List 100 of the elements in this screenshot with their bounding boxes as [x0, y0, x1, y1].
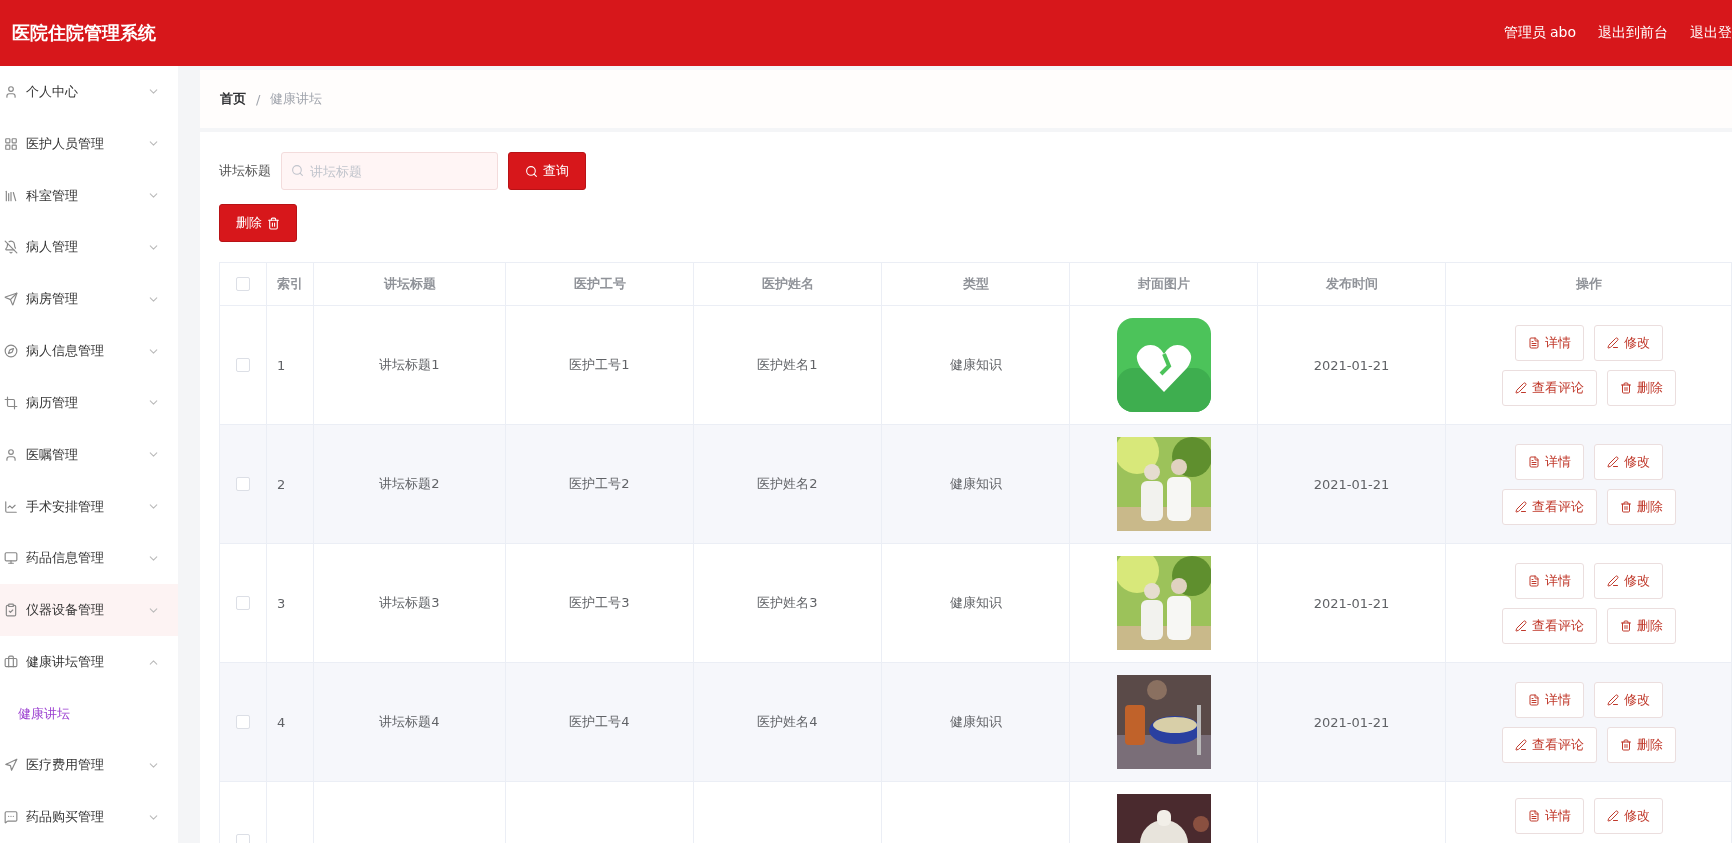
chat-icon [4, 810, 18, 825]
sidebar-item[interactable]: 个人中心 [0, 66, 178, 118]
row-checkbox[interactable] [236, 715, 250, 729]
action-button[interactable]: 查看评论 [1501, 726, 1597, 763]
table-cell: 讲坛标题3 [379, 594, 440, 612]
search-button[interactable]: 查询 [508, 152, 586, 190]
action-button[interactable]: 详情 [1514, 562, 1584, 599]
action-button[interactable]: 详情 [1514, 324, 1584, 361]
action-button[interactable]: 详情 [1514, 798, 1584, 834]
table-cell: 1 [277, 357, 286, 373]
delete-button[interactable]: 删除 [219, 204, 297, 242]
column-header: 封面图片 [1137, 275, 1190, 293]
search-label: 讲坛标题 [219, 162, 271, 180]
document-icon [1527, 336, 1540, 349]
table-cell: 医护姓名1 [757, 356, 818, 374]
sidebar-item[interactable]: 医护人员管理 [0, 117, 178, 170]
column-header: 讲坛标题 [383, 275, 436, 293]
table-cell: 健康知识 [949, 713, 1002, 731]
table-cell: 医护工号4 [569, 713, 630, 731]
action-button[interactable]: 查看评论 [1501, 369, 1597, 406]
sidebar-item[interactable]: 药品信息管理 [0, 532, 178, 585]
monitor-icon [4, 551, 18, 566]
trash-icon [1619, 500, 1632, 513]
pen-icon [1606, 693, 1619, 706]
table-cell: 医护姓名4 [757, 713, 818, 731]
pen-icon [1514, 738, 1527, 751]
column-header: 类型 [962, 275, 989, 293]
action-button[interactable]: 详情 [1514, 681, 1584, 718]
sidebar-item[interactable]: 医嘱管理 [0, 428, 178, 481]
sidebar-item[interactable]: 仪器设备管理 [0, 584, 178, 637]
table-cell: 医护姓名2 [757, 475, 818, 493]
column-header: 索引 [277, 275, 303, 293]
breadcrumb-separator: / [256, 91, 261, 107]
table-cell: 健康知识 [949, 356, 1002, 374]
trash-icon [267, 216, 280, 230]
chart-icon [4, 499, 18, 514]
sidebar-item[interactable]: 病人管理 [0, 221, 178, 274]
sidebar-item[interactable]: 科室管理 [0, 169, 178, 222]
sidebar-subitem[interactable]: 健康讲坛 [0, 687, 178, 740]
select-all-checkbox[interactable] [236, 277, 250, 291]
action-button[interactable]: 修改 [1593, 562, 1663, 599]
action-button[interactable]: 修改 [1593, 324, 1663, 361]
action-button[interactable]: 修改 [1593, 443, 1663, 480]
search-icon [291, 164, 304, 177]
table-cell: 讲坛标题2 [379, 475, 440, 493]
crop-icon [4, 395, 18, 410]
pen-icon [1514, 619, 1527, 632]
sidebar-item[interactable]: 病历管理 [0, 376, 178, 429]
table-cell: 4 [277, 714, 286, 730]
sidebar-item[interactable]: 药品购买管理 [0, 791, 178, 843]
document-icon [1527, 455, 1540, 468]
action-button[interactable]: 修改 [1593, 681, 1663, 718]
column-header: 操作 [1575, 275, 1602, 293]
bell-off-icon [4, 240, 18, 255]
grid-icon [4, 136, 18, 151]
row-checkbox[interactable] [236, 477, 250, 491]
breadcrumb-link[interactable]: 首页 [220, 90, 246, 108]
header-link[interactable]: 退出到前台 [1598, 24, 1668, 42]
header-link[interactable]: 管理员 abo [1503, 24, 1576, 42]
sidebar-item[interactable]: 健康讲坛管理 [0, 636, 178, 688]
row-checkbox[interactable] [236, 596, 250, 610]
table-cell: 讲坛标题1 [379, 356, 440, 374]
send-icon [4, 292, 18, 307]
action-button[interactable]: 删除 [1606, 607, 1676, 644]
action-button[interactable]: 详情 [1514, 443, 1584, 480]
table-cell: 健康知识 [949, 594, 1002, 612]
pen-icon [1606, 574, 1619, 587]
table-cell: 2021-01-21 [1313, 476, 1390, 492]
table-cell: 讲坛标题4 [379, 713, 440, 731]
clipboard-check-icon [4, 603, 18, 618]
action-button[interactable]: 删除 [1606, 369, 1676, 406]
header-link[interactable]: 退出登 [1690, 24, 1732, 42]
table-cell: 健康知识 [949, 475, 1002, 493]
trash-icon [1619, 381, 1632, 394]
table-cell: 医护工号3 [569, 594, 630, 612]
action-button[interactable]: 删除 [1606, 488, 1676, 525]
table-cell: 医护姓名3 [757, 594, 818, 612]
books-icon [4, 188, 18, 203]
pen-icon [1514, 500, 1527, 513]
pen-icon [1606, 810, 1619, 822]
table-cell: 2021-01-21 [1313, 714, 1390, 730]
row-checkbox[interactable] [236, 358, 250, 372]
breadcrumb-current: 健康讲坛 [270, 90, 323, 108]
trash-icon [1619, 738, 1632, 751]
navigation-icon [4, 758, 18, 773]
sidebar-item[interactable]: 手术安排管理 [0, 480, 178, 533]
search-field[interactable]: 讲坛标题 [281, 152, 498, 190]
briefcase-icon [4, 655, 18, 669]
sidebar-item[interactable]: 医疗费用管理 [0, 739, 178, 792]
table-cell: 2021-01-21 [1313, 357, 1390, 373]
action-button[interactable]: 删除 [1606, 726, 1676, 763]
action-button[interactable]: 修改 [1593, 798, 1663, 834]
action-button[interactable]: 查看评论 [1501, 607, 1597, 644]
sidebar-item[interactable]: 病房管理 [0, 273, 178, 326]
column-header: 医护工号 [573, 275, 626, 293]
action-button[interactable]: 查看评论 [1501, 488, 1597, 525]
table-cell: 医护工号1 [569, 356, 630, 374]
user-icon [4, 447, 18, 462]
table-cell: 2021-01-21 [1313, 595, 1390, 611]
sidebar-item[interactable]: 病人信息管理 [0, 325, 178, 377]
